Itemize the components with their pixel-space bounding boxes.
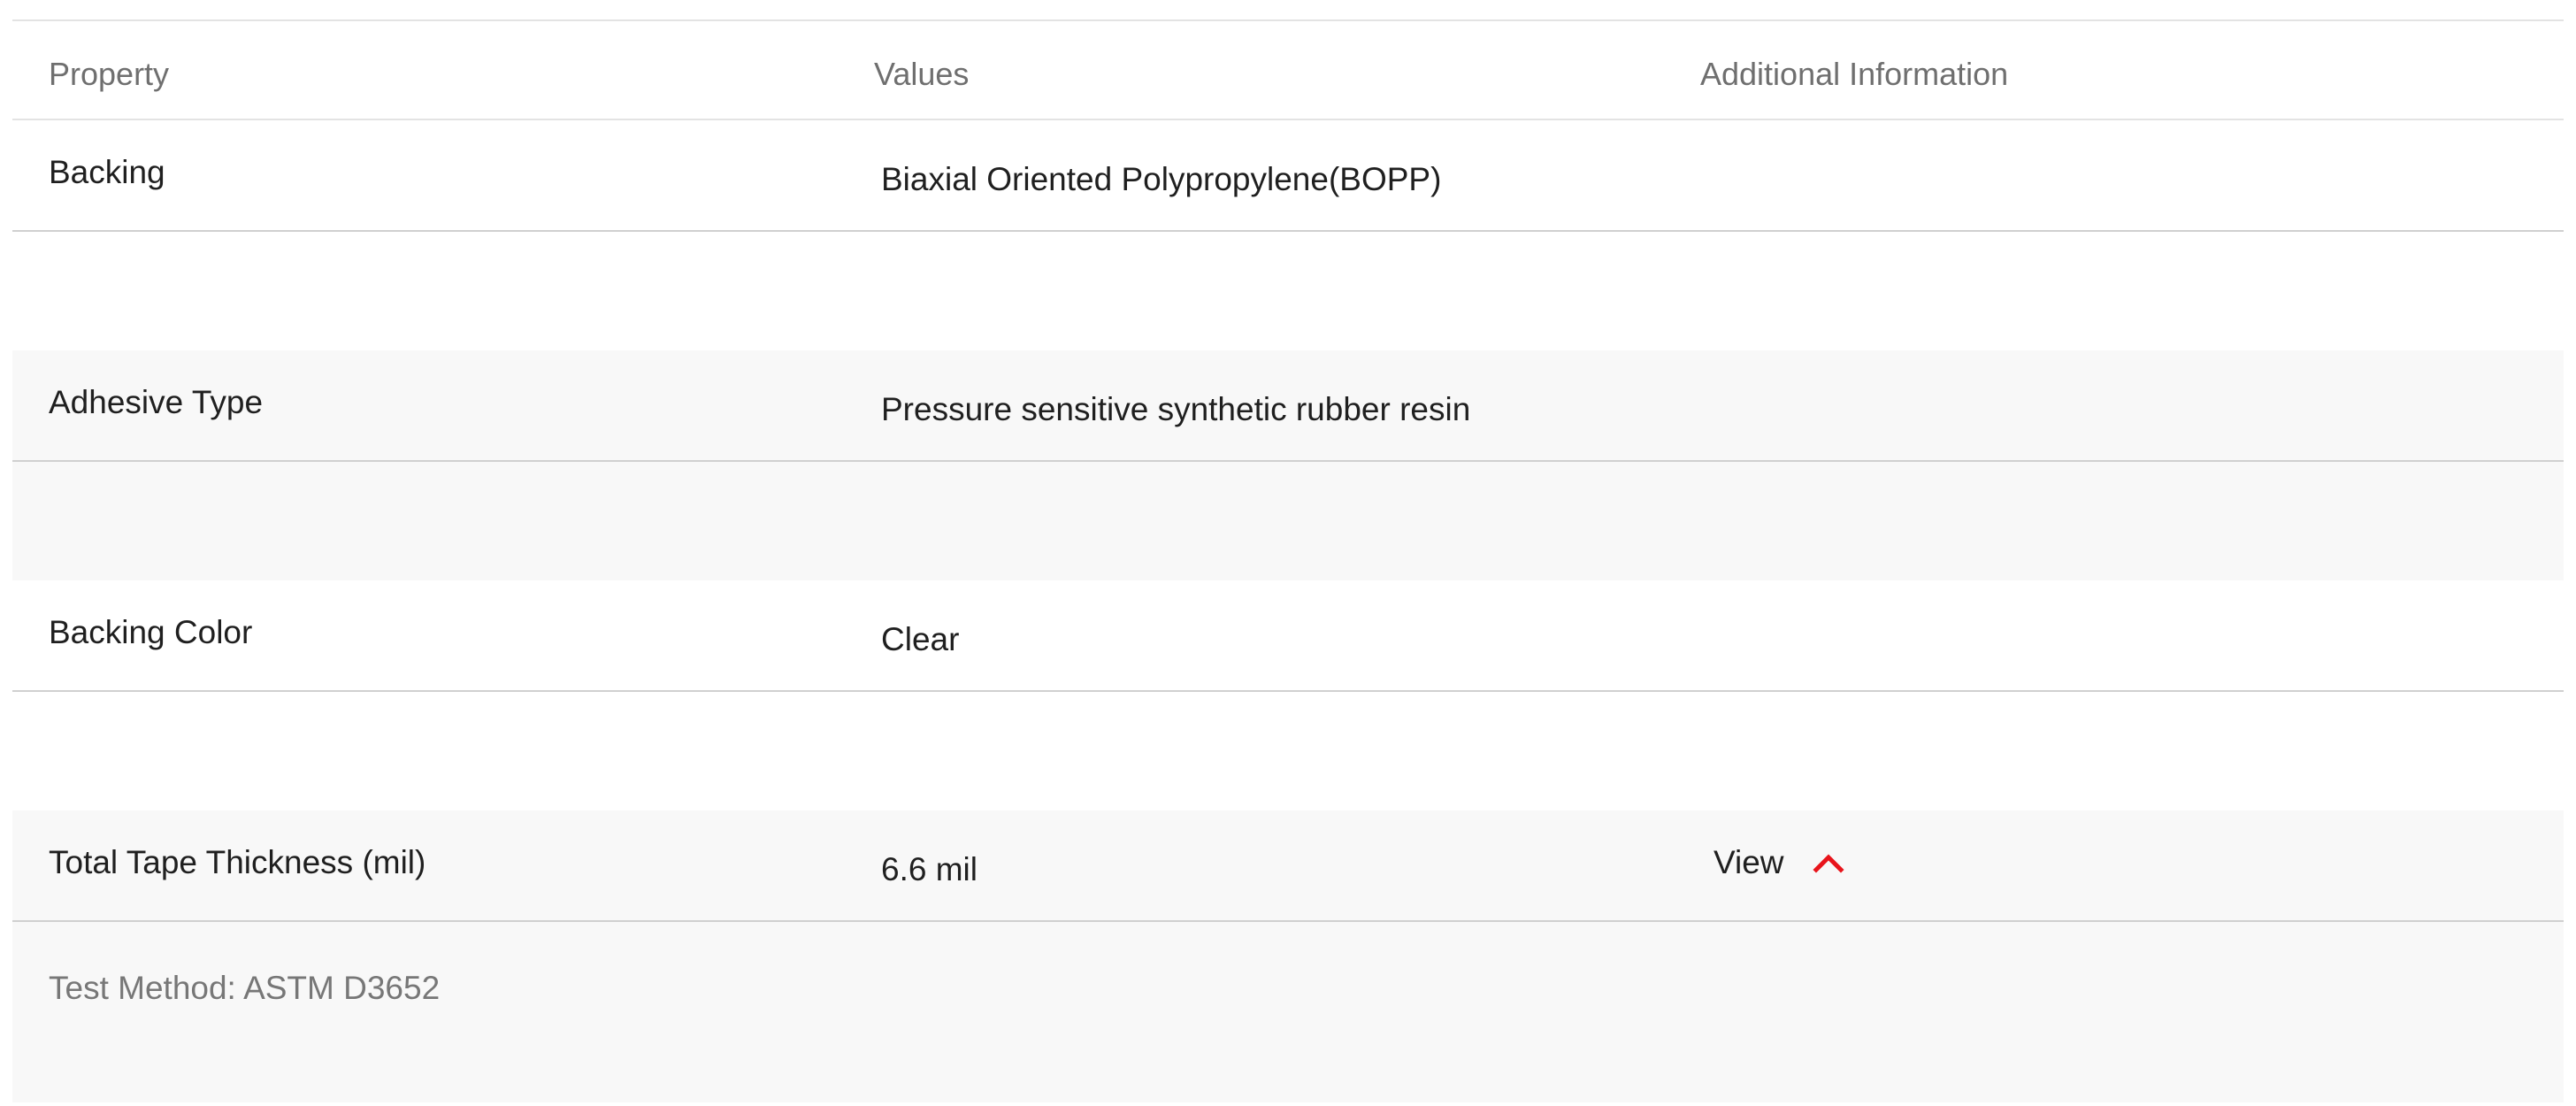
row-spacer — [12, 692, 2564, 810]
thickness-detail-panel: Test Method: ASTM D3652 — [12, 922, 2564, 1102]
property-label: Adhesive Type — [49, 384, 264, 420]
table-row-backing-color: Backing Color Clear — [12, 580, 2564, 692]
row-spacer — [12, 462, 2564, 580]
table-row-backing: Backing Biaxial Oriented Polypropylene(B… — [12, 120, 2564, 232]
table-header: Property Values Additional Information — [12, 19, 2564, 120]
header-additional-information: Additional Information — [1700, 56, 2009, 92]
chevron-up-icon — [1812, 853, 1844, 873]
property-value: Pressure sensitive synthetic rubber resi… — [881, 391, 1471, 427]
property-label: Backing — [49, 154, 165, 190]
properties-table: Property Values Additional Information B… — [12, 19, 2564, 1102]
row-spacer — [12, 232, 2564, 350]
property-label: Total Tape Thickness (mil) — [49, 844, 426, 880]
property-label: Backing Color — [49, 614, 253, 650]
header-values: Values — [874, 56, 970, 92]
table-row-adhesive-type: Adhesive Type Pressure sensitive synthet… — [12, 350, 2564, 462]
test-method-text: Test Method: ASTM D3652 — [49, 970, 441, 1006]
header-property: Property — [49, 56, 170, 92]
property-value: Biaxial Oriented Polypropylene(BOPP) — [881, 161, 1442, 197]
property-value: Clear — [881, 621, 960, 657]
table-row-total-tape-thickness: Total Tape Thickness (mil) 6.6 mil View — [12, 810, 2564, 922]
view-link-label: View — [1714, 844, 1784, 880]
property-value: 6.6 mil — [881, 851, 978, 887]
view-toggle-button[interactable]: View — [1714, 846, 1844, 879]
